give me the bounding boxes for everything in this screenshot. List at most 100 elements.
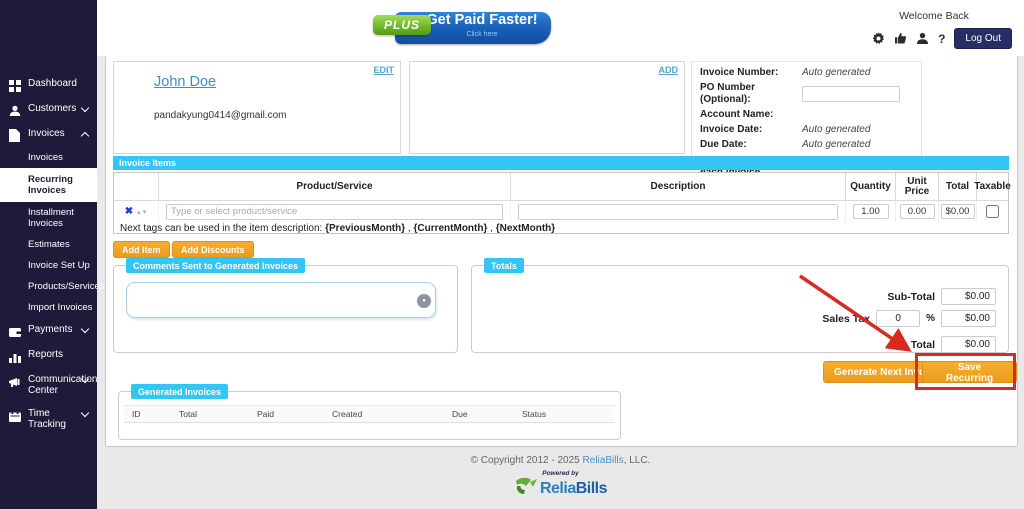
total-field [941, 336, 996, 353]
invoice-number-label: Invoice Number: [700, 67, 802, 79]
sidebar-subitem-invoice-set-up[interactable]: Invoice Set Up [0, 255, 97, 276]
invoice-details-panel: Invoice Number: Auto generated PO Number… [691, 61, 922, 158]
logout-button[interactable]: Log Out [954, 28, 1012, 49]
recurring-invoice-page: Dashboard Customers Invoices Invoices Re… [0, 0, 1024, 509]
copyright-text: © Copyright 2012 - 2025 ReliaBills, LLC. [97, 455, 1024, 466]
percent-sign: % [926, 313, 935, 324]
gen-column-paid: Paid [257, 409, 274, 419]
comments-panel-title: Comments Sent to Generated Invoices [126, 258, 305, 273]
subitem-label: Installment Invoices [28, 207, 74, 229]
due-date-value: Auto generated [802, 139, 870, 150]
copyright-suffix: , LLC. [624, 455, 651, 466]
invoice-date-value: Auto generated [802, 124, 870, 135]
sales-tax-rate-input[interactable] [876, 310, 920, 327]
subitem-label: Products/Services [28, 281, 105, 292]
save-recurring-invoice-button[interactable]: Save Recurring Invoice [922, 361, 1017, 383]
tag-current-month: {CurrentMonth} [413, 223, 487, 234]
customer-name-link[interactable]: John Doe [154, 74, 216, 90]
chevron-down-icon [81, 104, 89, 112]
sidebar-item-time-tracking[interactable]: Time Tracking [0, 402, 97, 436]
dashboard-icon [9, 79, 22, 91]
due-date-label: Due Date: [700, 139, 802, 151]
column-header-total: Total [939, 173, 977, 201]
sidebar-subitem-products-services[interactable]: Products/Services [0, 276, 97, 297]
move-up-icon[interactable]: ▴ [137, 208, 141, 216]
reliabills-link[interactable]: ReliaBills [583, 455, 624, 466]
gen-column-id: ID [132, 409, 141, 419]
welcome-text: Welcome Back [854, 10, 1014, 22]
sidebar-item-communication-center[interactable]: Communication Center [0, 368, 97, 402]
sidebar-item-invoices[interactable]: Invoices [0, 122, 97, 147]
po-number-input[interactable] [802, 86, 900, 102]
logo-bills: Bills [576, 480, 607, 497]
reliabills-logo: ReliaBills [97, 477, 1024, 501]
sidebar-item-label: Time Tracking [28, 408, 89, 430]
logo-relia: Relia [540, 480, 576, 497]
sidebar-item-label: Reports [28, 349, 63, 360]
sidebar-subitem-estimates[interactable]: Estimates [0, 234, 97, 255]
generated-invoices-title: Generated Invoices [131, 384, 228, 399]
add-item-button[interactable]: Add Item [113, 241, 170, 258]
product-service-input[interactable] [166, 204, 503, 220]
banner-title: Get Paid Faster! [417, 12, 547, 28]
totals-panel-title: Totals [484, 258, 524, 273]
user-icon[interactable] [916, 32, 929, 45]
sidebar-item-label: Invoices [28, 128, 65, 139]
customers-icon [9, 104, 22, 116]
generated-invoices-header-row: ID Total Paid Created Due Status [124, 405, 615, 423]
payments-icon [9, 325, 22, 337]
calendar-icon [9, 409, 22, 421]
megaphone-icon [9, 375, 22, 387]
thumbs-up-icon[interactable] [894, 32, 907, 45]
get-paid-faster-banner[interactable]: Get Paid Faster! Click here PLUS [373, 9, 553, 47]
powered-by-text: Powered by [97, 470, 1024, 477]
add-discounts-button[interactable]: Add Discounts [172, 241, 254, 258]
account-name-label: Account Name: [700, 109, 802, 121]
sales-tax-row: Sales Tax % [822, 310, 996, 327]
move-down-icon[interactable]: ▾ [143, 208, 147, 216]
reports-icon [9, 350, 22, 362]
help-icon[interactable]: ? [938, 32, 945, 46]
customer-email: pandakyung0414@gmail.com [154, 110, 286, 121]
invoice-date-label: Invoice Date: [700, 124, 802, 136]
banner-click-here[interactable]: Click here [417, 31, 547, 38]
sidebar-item-reports[interactable]: Reports [0, 343, 97, 368]
user-area: Welcome Back ? Log Out [854, 10, 1014, 49]
column-header-taxable: Taxable [977, 173, 1008, 201]
total-label: Total [911, 339, 935, 351]
invoices-icon [9, 129, 22, 141]
unit-price-input[interactable] [900, 204, 935, 219]
description-input[interactable] [518, 204, 839, 220]
sidebar-item-dashboard[interactable]: Dashboard [0, 72, 97, 97]
total-input[interactable] [941, 204, 975, 219]
sidebar-item-payments[interactable]: Payments [0, 318, 97, 343]
topbar: Get Paid Faster! Click here PLUS Welcome… [97, 0, 1024, 56]
edit-customer-link[interactable]: EDIT [373, 65, 394, 75]
sidebar-item-customers[interactable]: Customers [0, 97, 97, 122]
comments-input[interactable] [126, 282, 436, 318]
taxable-checkbox[interactable] [986, 205, 999, 218]
sidebar-subitem-import-invoices[interactable]: Import Invoices [0, 297, 97, 318]
po-number-label: PO Number (Optional): [700, 82, 802, 106]
subitem-label: Recurring Invoices [28, 174, 73, 196]
quantity-input[interactable] [853, 204, 889, 219]
gen-column-total: Total [179, 409, 197, 419]
actions-column-header [114, 173, 159, 201]
sidebar-subitem-recurring-invoices[interactable]: Recurring Invoices [0, 168, 97, 202]
secondary-panel: ADD [409, 61, 685, 154]
sidebar-subitem-installment-invoices[interactable]: Installment Invoices [0, 202, 97, 234]
insert-tag-icon[interactable]: ● [417, 294, 431, 308]
chevron-down-icon [81, 325, 89, 333]
sidebar-subitem-invoices[interactable]: Invoices [0, 147, 97, 168]
item-row: ✖ ▴ ▾ [114, 201, 1008, 222]
column-header-unit-price: Unit Price [896, 173, 939, 201]
gen-column-created: Created [332, 409, 362, 419]
subtotal-label: Sub-Total [887, 291, 935, 303]
generated-invoices-panel: Generated Invoices ID Total Paid Created… [118, 391, 621, 440]
subitem-label: Estimates [28, 239, 70, 250]
remove-item-icon[interactable]: ✖ [125, 206, 133, 217]
add-link[interactable]: ADD [659, 65, 679, 75]
chevron-up-icon [81, 132, 89, 140]
tag-next-month: {NextMonth} [496, 223, 555, 234]
gear-icon[interactable] [872, 32, 885, 45]
